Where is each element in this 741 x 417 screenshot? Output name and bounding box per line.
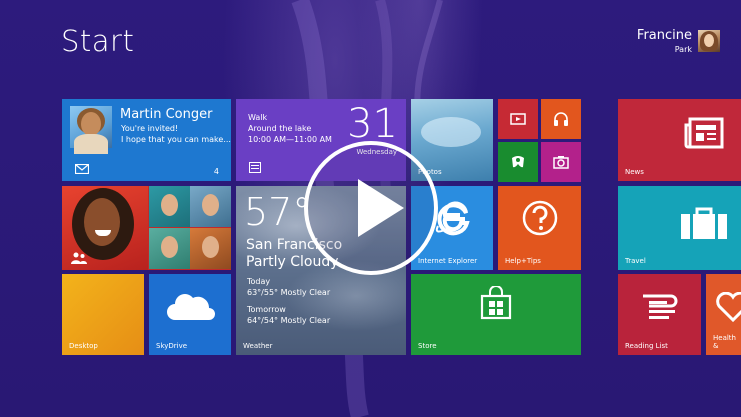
tile-label: Help+Tips: [505, 257, 541, 265]
tile-help-tips[interactable]: Help+Tips: [498, 186, 581, 270]
tile-health[interactable]: Health &: [706, 274, 741, 355]
people-photo-2: [190, 186, 231, 227]
tile-skydrive[interactable]: SkyDrive: [149, 274, 231, 355]
weather-today-forecast: 63°/55° Mostly Clear: [247, 288, 331, 297]
tile-news[interactable]: News: [618, 99, 741, 181]
tile-store[interactable]: Store: [411, 274, 581, 355]
weather-tomorrow-label: Tomorrow: [247, 305, 286, 314]
suitcase-icon: [681, 207, 727, 239]
play-button[interactable]: [304, 141, 438, 275]
tile-label: Store: [418, 342, 437, 350]
tile-music[interactable]: [541, 99, 581, 139]
page-title: Start: [61, 24, 135, 58]
mail-subject: You're invited!: [121, 124, 179, 133]
mail-sender: Martin Conger: [120, 107, 213, 122]
tile-label: News: [625, 168, 644, 176]
camera-icon: [553, 156, 569, 169]
calendar-day-number: 31: [347, 101, 398, 147]
play-icon: [358, 179, 404, 237]
weather-tomorrow-forecast: 64°/54° Mostly Clear: [247, 316, 331, 325]
calendar-event-location: Around the lake: [248, 124, 312, 133]
internet-explorer-icon: [435, 201, 470, 236]
tile-travel[interactable]: Travel: [618, 186, 741, 270]
avatar-face: [704, 34, 714, 47]
tile-label: Internet Explorer: [418, 257, 478, 265]
tile-mail[interactable]: Martin Conger You're invited! I hope tha…: [62, 99, 231, 181]
tile-label: Desktop: [69, 342, 98, 350]
people-photo-3: [149, 228, 190, 269]
user-first-name: Francine: [636, 28, 692, 43]
weather-temperature: 57°: [244, 190, 312, 234]
cloud-icon: [167, 294, 215, 320]
calendar-event-title: Walk: [248, 113, 268, 122]
gamepad-icon: [512, 156, 524, 168]
headphones-icon: [554, 112, 568, 126]
heart-icon: [716, 292, 741, 322]
mail-sender-photo: [70, 106, 112, 154]
tile-reading-list[interactable]: Reading List: [618, 274, 701, 355]
user-last-name: Park: [674, 45, 692, 54]
weather-today-label: Today: [247, 277, 271, 286]
question-icon: [522, 200, 558, 236]
mail-unread-count: 4: [213, 167, 219, 176]
calendar-event-time: 10:00 AM—11:00 AM: [248, 135, 332, 144]
avatar[interactable]: [698, 30, 720, 52]
calendar-icon: [249, 162, 261, 173]
envelope-icon: [75, 164, 89, 174]
tile-label: Travel: [625, 257, 646, 265]
people-photo-1: [149, 186, 190, 227]
shopping-bag-icon: [480, 286, 512, 320]
video-icon: [510, 113, 526, 125]
tile-label: Health &: [713, 334, 736, 350]
tile-people[interactable]: [62, 186, 231, 270]
tile-video[interactable]: [498, 99, 538, 139]
tile-label: Reading List: [625, 342, 668, 350]
people-icon: [71, 252, 87, 264]
tile-label: Weather: [243, 342, 273, 350]
mail-preview: I hope that you can make...: [121, 135, 231, 144]
reading-list-icon: [643, 294, 678, 319]
tile-desktop[interactable]: Desktop: [62, 274, 144, 355]
tile-games[interactable]: [498, 142, 538, 182]
newspaper-icon: [684, 117, 724, 149]
user-account[interactable]: Francine Park: [590, 28, 720, 58]
tile-camera[interactable]: [541, 142, 581, 182]
tile-label: SkyDrive: [156, 342, 188, 350]
people-photo-4: [190, 228, 231, 269]
